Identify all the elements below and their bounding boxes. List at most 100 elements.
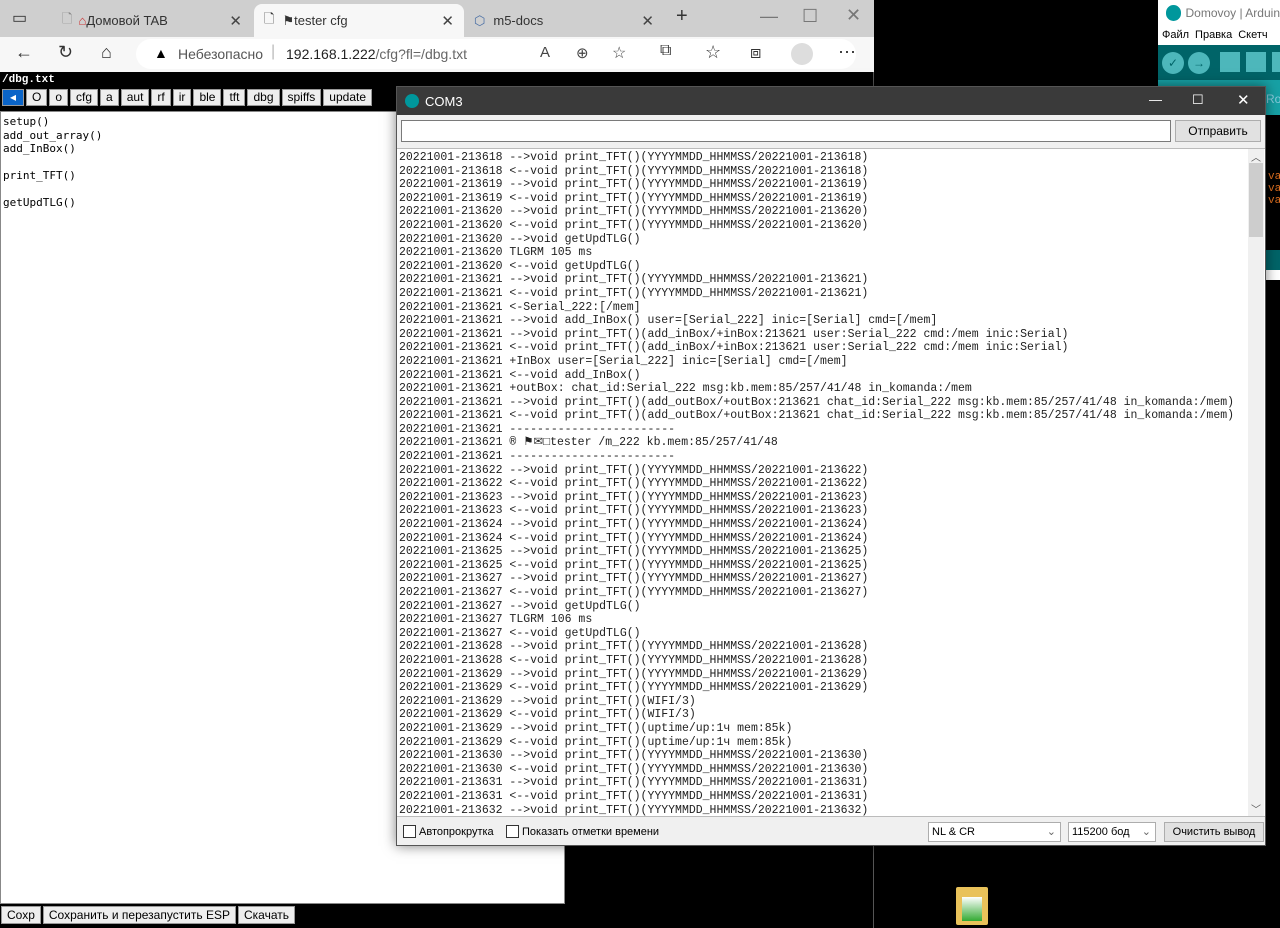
serial-monitor-window: COM3 — ☐ ✕ Отправить 20221001-213618 -->… bbox=[396, 86, 1266, 846]
output-line: 20221001-213631 -->void print_TFT()(YYYY… bbox=[399, 776, 869, 790]
close-tab-icon[interactable]: ✕ bbox=[229, 12, 242, 30]
nav-rf[interactable]: rf bbox=[151, 89, 171, 106]
output-line: 20221001-213624 -->void print_TFT()(YYYY… bbox=[399, 518, 869, 532]
scroll-up-icon[interactable]: ︿ bbox=[1251, 149, 1261, 164]
sketch-tab[interactable]: Ro bbox=[1266, 92, 1280, 106]
add-favorite-icon[interactable]: ☆ bbox=[612, 43, 626, 63]
file-actions: Сохр Сохранить и перезапустить ESP Скача… bbox=[1, 906, 295, 924]
new-tab-button[interactable]: + bbox=[676, 5, 688, 28]
nav-aut[interactable]: aut bbox=[120, 89, 150, 106]
download-button[interactable]: Скачать bbox=[237, 906, 295, 924]
output-line: 20221001-213627 TLGRM 106 ms bbox=[399, 613, 593, 627]
timestamps-checkbox[interactable]: Показать отметки времени bbox=[506, 825, 659, 838]
nav-o[interactable]: o bbox=[49, 89, 69, 106]
nav-ir[interactable]: ir bbox=[172, 89, 192, 106]
output-line: 20221001-213627 <--void print_TFT()(YYYY… bbox=[399, 586, 869, 599]
output-lines: 20221001-213618 -->void print_TFT()(YYYY… bbox=[399, 151, 1235, 816]
collections-icon[interactable]: ⧈ bbox=[750, 42, 761, 63]
cube-icon: ⬡ bbox=[474, 12, 486, 28]
page-icon: 🗋 bbox=[264, 10, 275, 26]
nav-a[interactable]: a bbox=[100, 89, 119, 106]
arduino-logo-icon bbox=[1166, 4, 1181, 21]
scroll-thumb[interactable] bbox=[1249, 163, 1263, 237]
output-line: 20221001-213628 -->void print_TFT()(YYYY… bbox=[399, 640, 869, 654]
new-icon[interactable] bbox=[1220, 52, 1240, 72]
save-button[interactable]: Сохр bbox=[1, 906, 41, 924]
serial-input[interactable] bbox=[401, 120, 1171, 142]
autoscroll-checkbox[interactable]: Автопрокрутка bbox=[403, 825, 494, 838]
output-line: 20221001-213618 -->void print_TFT()(YYYY… bbox=[399, 151, 869, 164]
home-icon[interactable]: ⌂ bbox=[101, 42, 112, 63]
menu-sketch[interactable]: Скетч bbox=[1238, 25, 1267, 45]
zoom-icon[interactable]: ⊕ bbox=[576, 44, 589, 62]
output-line: 20221001-213621 ------------------------ bbox=[399, 422, 676, 436]
tab-actions-icon[interactable]: ▭ bbox=[12, 8, 27, 28]
folder-icon[interactable] bbox=[956, 887, 988, 925]
output-line: 20221001-213629 -->void print_TFT()(upti… bbox=[399, 721, 793, 735]
output-line: 20221001-213631 <--void print_TFT()(YYYY… bbox=[399, 789, 869, 803]
output-line: 20221001-213620 TLGRM 105 ms bbox=[399, 246, 593, 260]
output-line: 20221001-213621 ------------------------ bbox=[399, 450, 676, 464]
scroll-down-icon[interactable]: ﹀ bbox=[1251, 801, 1261, 816]
serial-footer: Автопрокрутка Показать отметки времени N… bbox=[397, 818, 1265, 845]
output-line: 20221001-213621 <--void print_TFT()(add_… bbox=[399, 341, 1069, 355]
output-line: 20221001-213619 <--void print_TFT()(YYYY… bbox=[399, 191, 869, 205]
output-line: 20221001-213625 -->void print_TFT()(YYYY… bbox=[399, 545, 869, 559]
verify-icon[interactable]: ✓ bbox=[1162, 52, 1184, 74]
output-line: 20221001-213622 <--void print_TFT()(YYYY… bbox=[399, 477, 869, 491]
output-line: 20221001-213629 -->void print_TFT()(YYYY… bbox=[399, 667, 869, 681]
read-aloud-icon[interactable]: A bbox=[540, 44, 550, 61]
back-arrow-icon[interactable]: ← bbox=[15, 42, 33, 63]
menu-edit[interactable]: Правка bbox=[1195, 25, 1232, 45]
minimize-button[interactable]: — bbox=[760, 6, 778, 27]
scrollbar[interactable]: ︿ ﹀ bbox=[1248, 149, 1264, 816]
send-button[interactable]: Отправить bbox=[1175, 120, 1261, 142]
url-host: 192.168.1.222 bbox=[286, 46, 376, 62]
maximize-button[interactable]: ☐ bbox=[1192, 92, 1204, 108]
nav-tft[interactable]: tft bbox=[223, 89, 246, 106]
tab-m5-docs[interactable]: ⬡ m5-docs ✕ bbox=[464, 4, 664, 37]
page-icon: 🗋 bbox=[62, 10, 73, 26]
more-menu-icon[interactable]: ⋯ bbox=[838, 42, 856, 63]
line-ending-select[interactable]: NL & CR ⌄ bbox=[928, 822, 1061, 842]
output-line: 20221001-213621 <--void print_TFT()(YYYY… bbox=[399, 286, 869, 300]
output-line: 20221001-213621 +InBox user=[Serial_222]… bbox=[399, 354, 848, 368]
output-line: 20221001-213623 <--void print_TFT()(YYYY… bbox=[399, 504, 869, 518]
nav-ble[interactable]: ble bbox=[193, 89, 222, 106]
open-icon[interactable] bbox=[1246, 52, 1266, 72]
maximize-button[interactable]: ☐ bbox=[802, 6, 818, 27]
nav-dbg[interactable]: dbg bbox=[247, 89, 280, 106]
clear-output-button[interactable]: Очистить вывод bbox=[1164, 822, 1264, 842]
output-line: 20221001-213621 -->void print_TFT()(YYYY… bbox=[399, 273, 869, 287]
tab-domovoy[interactable]: 🗋 ⌂ Домовой TAB ✕ bbox=[52, 4, 252, 37]
output-line: 20221001-213630 -->void print_TFT()(YYYY… bbox=[399, 749, 869, 763]
back-button[interactable]: ◂ bbox=[2, 89, 24, 106]
output-line: 20221001-213621 <--void print_TFT()(add_… bbox=[399, 409, 1235, 423]
nav-cfg[interactable]: cfg bbox=[70, 89, 99, 106]
profile-avatar[interactable] bbox=[791, 43, 813, 65]
output-line: 20221001-213620 -->void getUpdTLG() bbox=[399, 232, 641, 246]
baud-select[interactable]: 115200 бод ⌄ bbox=[1068, 822, 1156, 842]
output-line: 20221001-213629 <--void print_TFT()(YYYY… bbox=[399, 681, 869, 695]
favorites-icon[interactable]: ☆ bbox=[705, 42, 721, 63]
address-bar[interactable]: ▲ Небезопасно | 192.168.1.222/cfg?fl=/db… bbox=[136, 39, 856, 69]
minimize-button[interactable]: — bbox=[1149, 92, 1162, 107]
output-line: 20221001-213629 <--void print_TFT()(upti… bbox=[399, 735, 793, 749]
save-restart-button[interactable]: Сохранить и перезапустить ESP bbox=[42, 906, 236, 924]
tab-tester-cfg[interactable]: 🗋 ⚑ tester cfg ✕ bbox=[254, 4, 464, 37]
output-line: 20221001-213621 <--void add_InBox() bbox=[399, 368, 641, 382]
close-tab-icon[interactable]: ✕ bbox=[641, 12, 654, 30]
url-path: /cfg?fl=/dbg.txt bbox=[375, 46, 467, 62]
refresh-icon[interactable]: ↻ bbox=[58, 42, 73, 63]
close-window-button[interactable]: ✕ bbox=[846, 5, 861, 26]
nav-O[interactable]: O bbox=[26, 89, 48, 106]
nav-spiffs[interactable]: spiffs bbox=[281, 89, 322, 106]
menu-file[interactable]: Файл bbox=[1162, 25, 1189, 45]
extensions-icon[interactable]: ⧉ bbox=[660, 42, 671, 60]
close-button[interactable]: ✕ bbox=[1237, 91, 1250, 109]
nav-update[interactable]: update bbox=[323, 89, 372, 106]
close-tab-icon[interactable]: ✕ bbox=[441, 12, 454, 30]
upload-icon[interactable]: → bbox=[1188, 52, 1210, 74]
serial-output: 20221001-213618 -->void print_TFT()(YYYY… bbox=[397, 148, 1265, 817]
browser-toolbar: ← ↻ ⌂ ▲ Небезопасно | 192.168.1.222/cfg?… bbox=[0, 37, 874, 72]
